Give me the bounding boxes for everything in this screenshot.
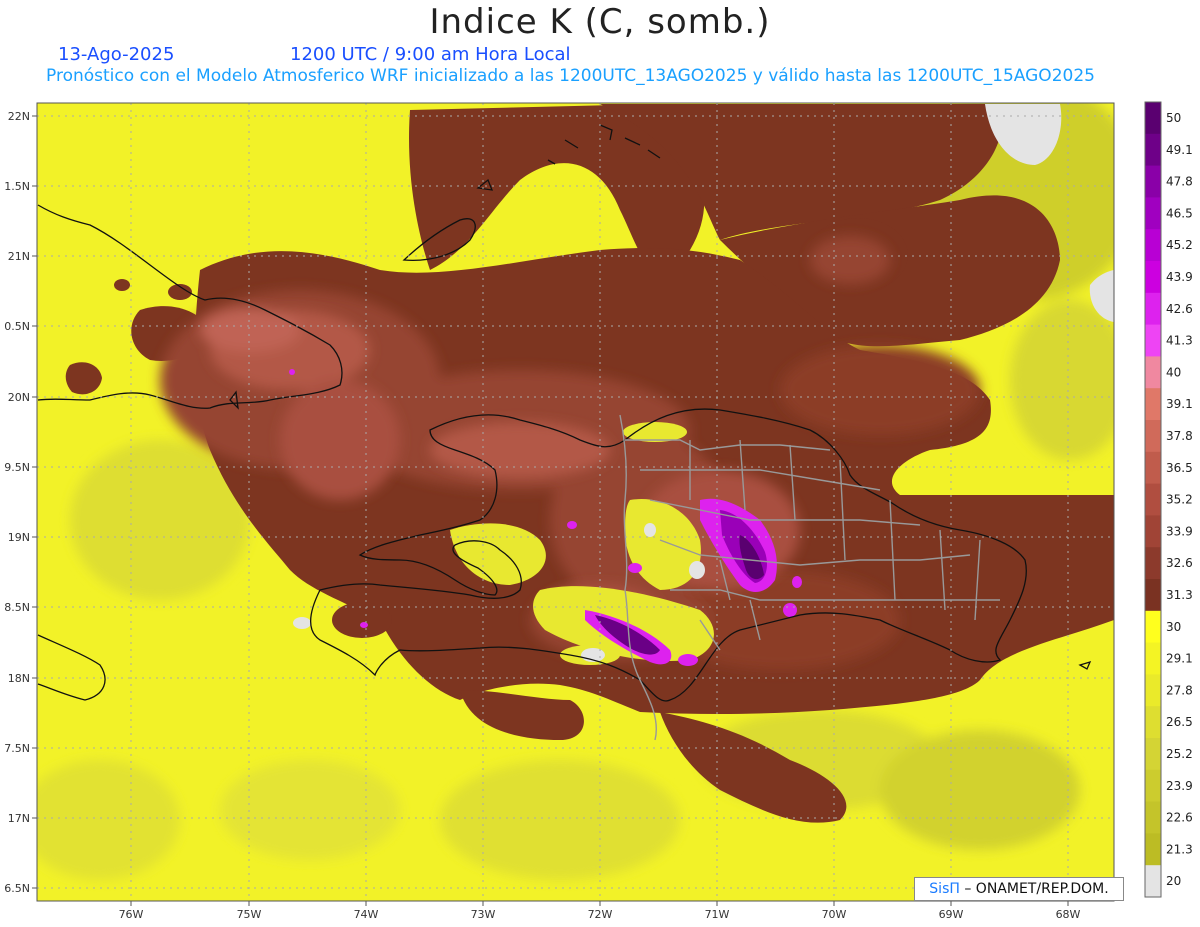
colorbar-swatch (1145, 451, 1161, 485)
colorbar-label: 37.8 (1166, 429, 1193, 443)
lon-label: 73W (471, 908, 496, 921)
lon-label: 71W (705, 908, 730, 921)
colorbar-label: 47.8 (1166, 175, 1193, 189)
lon-label: 68W (1056, 908, 1081, 921)
colorbar-label: 33.9 (1166, 524, 1193, 538)
colorbar-label: 36.5 (1166, 461, 1193, 475)
colorbar-swatch (1145, 642, 1161, 675)
credit-text: – ONAMET/REP.DOM. (964, 881, 1109, 897)
colorbar-swatch (1145, 674, 1161, 707)
colorbar-swatch (1145, 738, 1161, 771)
colorbar-swatch (1145, 579, 1161, 612)
lat-label: 1.5N (4, 180, 30, 193)
lon-label: 70W (822, 908, 847, 921)
colorbar-swatch (1145, 865, 1161, 898)
lon-ticks (130, 901, 1069, 906)
lon-axis: 76W 75W 74W 73W 72W 71W 70W 69W 68W (119, 908, 1081, 921)
credit-box: SisΠ – ONAMET/REP.DOM. (914, 877, 1124, 901)
colorbar: 50 49.1 47.8 46.5 45.2 43.9 42.6 41.3 40 39.1 37.8… (1144, 101, 1193, 898)
colorbar-swatch (1145, 102, 1161, 135)
colorbar-swatch (1145, 165, 1161, 198)
colorbar-swatch (1145, 515, 1161, 548)
lat-label: 19N (8, 531, 30, 544)
colorbar-label: 27.8 (1166, 683, 1193, 697)
lat-label: 6.5N (4, 882, 30, 895)
lon-label: 72W (588, 908, 613, 921)
colorbar-swatch (1145, 261, 1161, 294)
colorbar-swatch (1145, 610, 1161, 644)
colorbar-label: 31.3 (1166, 588, 1193, 602)
colorbar-label: 22.6 (1166, 811, 1193, 825)
lat-label: 21N (8, 250, 30, 263)
lat-label: 8.5N (4, 601, 30, 614)
colorbar-label: 45.2 (1166, 238, 1193, 252)
colorbar-label: 43.9 (1166, 270, 1193, 284)
sispi-logo-text: SisΠ (929, 881, 960, 897)
lat-label: 9.5N (4, 461, 30, 474)
colorbar-label: 23.9 (1166, 779, 1193, 793)
colorbar-label: 29.1 (1166, 652, 1193, 666)
lon-label: 75W (237, 908, 262, 921)
colorbar-label: 46.5 (1166, 206, 1193, 220)
colorbar-label: 50 (1166, 111, 1181, 125)
lat-label: 17N (8, 812, 30, 825)
lat-label: 22N (8, 110, 30, 123)
colorbar-swatch (1145, 229, 1161, 262)
colorbar-label: 40 (1166, 365, 1181, 379)
colorbar-swatch (1145, 483, 1161, 516)
lon-label: 74W (354, 908, 379, 921)
colorbar-label: 49.1 (1166, 143, 1193, 157)
colorbar-label: 26.5 (1166, 715, 1193, 729)
colorbar-swatch (1145, 356, 1161, 389)
lon-label: 69W (939, 908, 964, 921)
colorbar-label: 21.3 (1166, 842, 1193, 856)
lon-label: 76W (119, 908, 144, 921)
lat-label: 7.5N (4, 742, 30, 755)
k-index-map: 22N 1.5N 21N 0.5N 20N 9.5N 19N 8.5N 18N … (4, 101, 1193, 921)
colorbar-label: 39.1 (1166, 397, 1193, 411)
colorbar-swatch (1145, 769, 1161, 803)
colorbar-swatch (1145, 388, 1161, 421)
colorbar-label: 32.6 (1166, 556, 1193, 570)
colorbar-label: 41.3 (1166, 334, 1193, 348)
colorbar-swatch (1145, 292, 1161, 326)
colorbar-label: 35.2 (1166, 493, 1193, 507)
colorbar-swatch (1145, 547, 1161, 580)
colorbar-label: 20 (1166, 874, 1181, 888)
lat-axis: 22N 1.5N 21N 0.5N 20N 9.5N 19N 8.5N 18N … (4, 110, 30, 895)
lat-label: 20N (8, 391, 30, 404)
colorbar-swatch (1145, 420, 1161, 453)
lat-label: 0.5N (4, 320, 30, 333)
colorbar-swatch (1145, 133, 1161, 167)
colorbar-label: 25.2 (1166, 747, 1193, 761)
colorbar-swatch (1145, 706, 1161, 739)
colorbar-swatch (1145, 801, 1161, 834)
colorbar-label: 30 (1166, 620, 1181, 634)
lat-ticks (32, 115, 37, 889)
colorbar-swatch (1145, 197, 1161, 230)
colorbar-swatch (1145, 833, 1161, 866)
lat-label: 18N (8, 672, 30, 685)
plot-area (37, 103, 1114, 901)
colorbar-label: 42.6 (1166, 302, 1193, 316)
colorbar-swatch (1145, 324, 1161, 357)
